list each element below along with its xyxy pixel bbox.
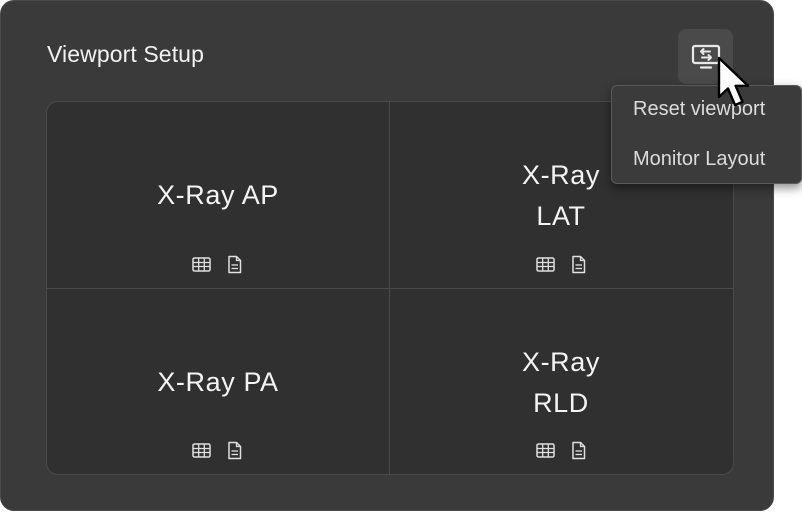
viewport-setup-panel: Viewport Setup X-Ray AP X-Ray LAT X-Ray … bbox=[0, 0, 774, 511]
document-icon[interactable] bbox=[569, 255, 588, 274]
document-icon[interactable] bbox=[225, 255, 244, 274]
grid-icon[interactable] bbox=[535, 441, 555, 460]
viewport-cell-xray-ap[interactable]: X-Ray AP bbox=[47, 102, 390, 289]
viewport-label: X-Ray LAT bbox=[521, 160, 600, 231]
viewport-cell-xray-rld[interactable]: X-Ray RLD bbox=[390, 289, 733, 474]
viewport-label: X-Ray AP bbox=[157, 180, 279, 210]
panel-title: Viewport Setup bbox=[47, 41, 204, 67]
viewport-label: X-Ray RLD bbox=[521, 347, 600, 418]
menu-item-monitor-layout[interactable]: Monitor Layout bbox=[633, 148, 765, 171]
grid-icon[interactable] bbox=[192, 255, 211, 274]
viewport-actions bbox=[390, 255, 733, 274]
viewport-actions bbox=[390, 441, 733, 460]
menu-item-reset-viewport[interactable]: Reset viewport bbox=[633, 98, 765, 121]
viewport-actions bbox=[47, 255, 389, 274]
viewport-cell-xray-pa[interactable]: X-Ray PA bbox=[47, 289, 390, 474]
grid-icon[interactable] bbox=[192, 441, 211, 460]
monitor-layout-button[interactable] bbox=[678, 29, 733, 84]
document-icon[interactable] bbox=[569, 441, 588, 460]
viewport-label: X-Ray PA bbox=[157, 367, 279, 397]
document-icon[interactable] bbox=[225, 441, 244, 460]
context-menu: Reset viewport Monitor Layout bbox=[611, 85, 802, 184]
monitor-swap-icon bbox=[691, 44, 720, 69]
viewport-actions bbox=[47, 441, 389, 460]
grid-icon[interactable] bbox=[535, 255, 555, 274]
